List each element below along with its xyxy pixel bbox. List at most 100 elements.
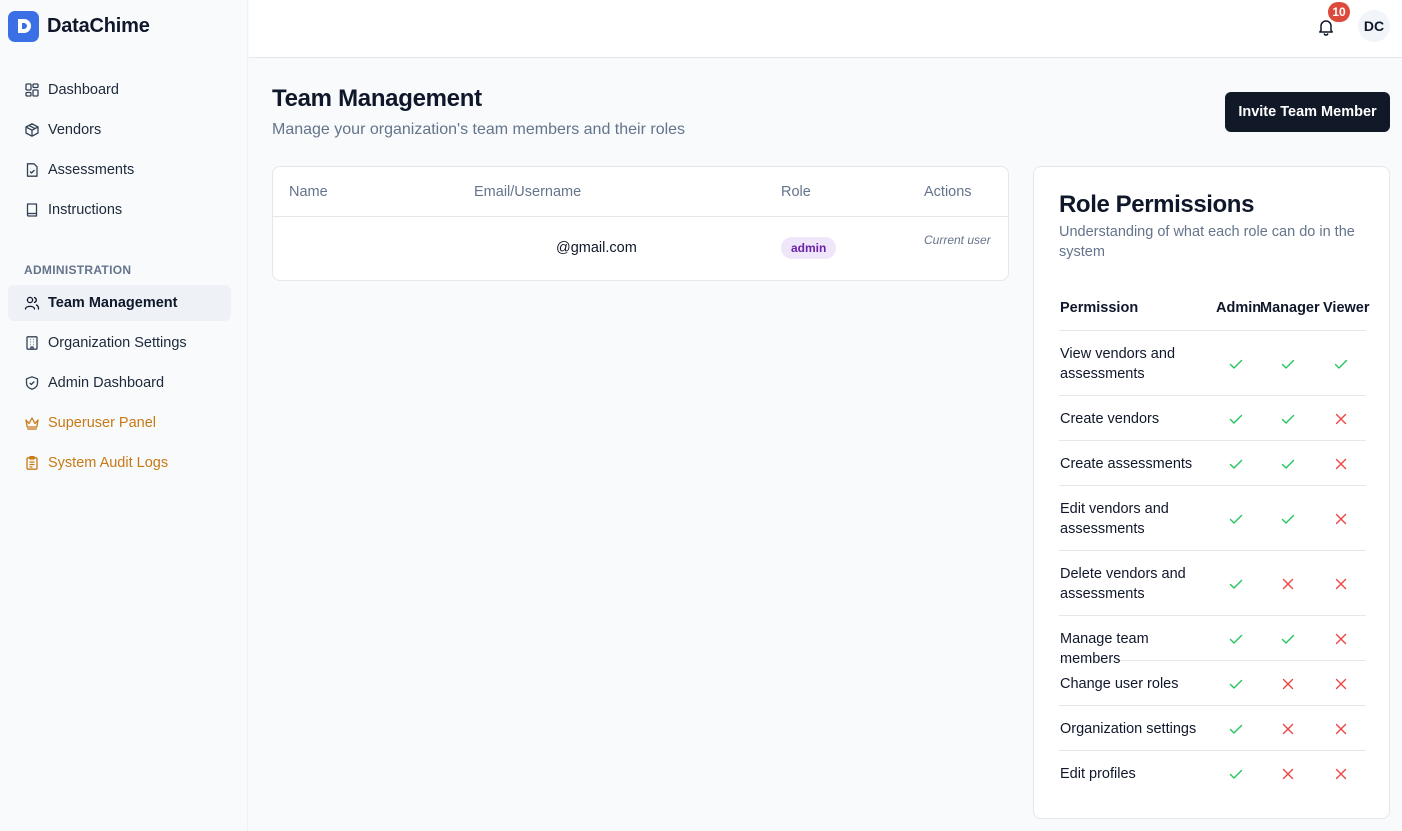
check-icon — [1229, 579, 1243, 589]
sidebar-item-label: Instructions — [48, 202, 123, 218]
building-icon — [26, 336, 38, 350]
sidebar-item-label: Assessments — [48, 162, 135, 178]
sidebar-item-team-management[interactable]: Team Management — [8, 285, 231, 321]
sidebar-item-superuser-panel[interactable]: Superuser Panel — [8, 405, 231, 441]
column-header-manager: Manager — [1260, 300, 1320, 316]
crown-icon — [25, 417, 39, 430]
check-icon — [1229, 414, 1243, 424]
page-subtitle: Manage your organization's team members … — [272, 121, 686, 138]
admin-nav: ADMINISTRATION Team Management Organizat… — [8, 255, 231, 485]
permission-row: Edit vendors and assessments — [1059, 486, 1366, 551]
notification-badge: 10 — [1328, 2, 1350, 22]
layout-grid-icon — [25, 83, 39, 97]
x-icon — [1335, 578, 1347, 589]
column-header-role: Role — [781, 184, 811, 200]
file-check-icon — [26, 163, 38, 177]
sidebar-item-organization-settings[interactable]: Organization Settings — [8, 325, 231, 361]
x-icon — [1282, 578, 1294, 589]
check-icon — [1281, 514, 1295, 524]
check-icon — [1229, 724, 1243, 734]
sidebar-item-label: Organization Settings — [48, 335, 187, 351]
sidebar-item-dashboard[interactable]: Dashboard — [8, 72, 231, 108]
cell-action: Current user — [924, 233, 991, 247]
sidebar-item-system-audit-logs[interactable]: System Audit Logs — [8, 445, 231, 481]
sidebar-item-label: Admin Dashboard — [48, 375, 165, 391]
column-header-actions: Actions — [924, 184, 972, 200]
column-header-email: Email/Username — [474, 184, 582, 200]
column-header-name: Name — [289, 184, 328, 200]
permission-row: Create vendors — [1059, 396, 1366, 441]
sidebar: DataChime Dashboard Vendors Assessments … — [0, 0, 248, 831]
x-icon — [1335, 633, 1347, 644]
header-divider — [273, 216, 1008, 217]
permission-row: View vendors and assessments — [1059, 331, 1366, 396]
check-icon — [1229, 459, 1243, 469]
permission-row: Edit profiles — [1059, 751, 1366, 796]
invite-team-member-button[interactable]: Invite Team Member — [1225, 92, 1390, 132]
x-icon — [1335, 513, 1347, 524]
role-badge: admin — [781, 237, 837, 259]
page-title: Team Management — [272, 85, 482, 112]
permissions-header-row: Permission Admin Manager Viewer — [1059, 285, 1370, 331]
permission-label: View vendors and assessments — [1060, 345, 1176, 382]
x-icon — [1335, 458, 1347, 469]
clipboard-list-icon — [26, 455, 38, 470]
permissions-table: Permission Admin Manager Viewer View ven… — [1059, 285, 1370, 796]
x-icon — [1335, 723, 1347, 734]
permission-row: Delete vendors and assessments — [1059, 551, 1366, 616]
x-icon — [1335, 413, 1347, 424]
shield-check-icon — [25, 376, 39, 390]
permission-label: Change user roles — [1060, 675, 1179, 692]
cell-email: @gmail.com — [556, 240, 637, 256]
column-header-admin: Admin — [1216, 300, 1262, 316]
check-icon — [1229, 359, 1243, 369]
sidebar-item-assessments[interactable]: Assessments — [8, 152, 231, 188]
column-header-viewer: Viewer — [1323, 300, 1370, 316]
x-icon — [1282, 678, 1294, 689]
x-icon — [1335, 678, 1347, 689]
sidebar-item-label: Team Management — [48, 295, 178, 311]
book-icon — [26, 203, 38, 217]
datachime-logo-icon — [8, 10, 39, 42]
role-permissions-card: Role Permissions Understanding of what e… — [1033, 166, 1390, 819]
brand[interactable]: DataChime — [0, 0, 247, 52]
permission-row: Organization settings — [1059, 706, 1366, 751]
permissions-title: Role Permissions — [1059, 191, 1255, 218]
brand-name: DataChime — [47, 14, 150, 37]
permission-row: Create assessments — [1059, 441, 1366, 486]
permission-label: Edit profiles — [1060, 765, 1136, 782]
column-header-permission: Permission — [1060, 300, 1139, 316]
permission-label: Create assessments — [1060, 455, 1193, 472]
x-icon — [1282, 723, 1294, 734]
x-icon — [1335, 768, 1347, 779]
permission-row: Manage team members — [1059, 616, 1366, 667]
sidebar-item-instructions[interactable]: Instructions — [8, 192, 231, 228]
permission-label: Delete vendors and assessments — [1060, 565, 1186, 602]
sidebar-item-label: System Audit Logs — [48, 455, 169, 471]
check-icon — [1281, 414, 1295, 424]
sidebar-item-admin-dashboard[interactable]: Admin Dashboard — [8, 365, 231, 401]
permissions-subtitle: Understanding of what each role can do i… — [1059, 224, 1355, 260]
check-icon — [1229, 634, 1243, 644]
sidebar-item-label: Dashboard — [48, 82, 119, 98]
package-icon — [25, 123, 39, 137]
check-icon — [1334, 359, 1348, 369]
nav-section-label: ADMINISTRATION — [24, 263, 132, 277]
topbar: 10 DC — [249, 0, 1402, 58]
check-icon — [1281, 459, 1295, 469]
permission-row: Change user roles — [1059, 661, 1366, 706]
check-icon — [1281, 359, 1295, 369]
check-icon — [1229, 514, 1243, 524]
main-nav: Dashboard Vendors Assessments Instructio… — [8, 72, 231, 232]
permission-label: Organization settings — [1060, 720, 1197, 737]
users-icon — [24, 296, 40, 310]
team-members-table: Name Email/Username Role Actions @gmail.… — [272, 166, 1009, 281]
sidebar-item-vendors[interactable]: Vendors — [8, 112, 231, 148]
x-icon — [1282, 768, 1294, 779]
check-icon — [1229, 679, 1243, 689]
permission-label: Create vendors — [1060, 410, 1160, 427]
avatar[interactable]: DC — [1358, 10, 1390, 42]
check-icon — [1229, 769, 1243, 779]
sidebar-item-label: Superuser Panel — [48, 415, 157, 431]
check-icon — [1281, 634, 1295, 644]
